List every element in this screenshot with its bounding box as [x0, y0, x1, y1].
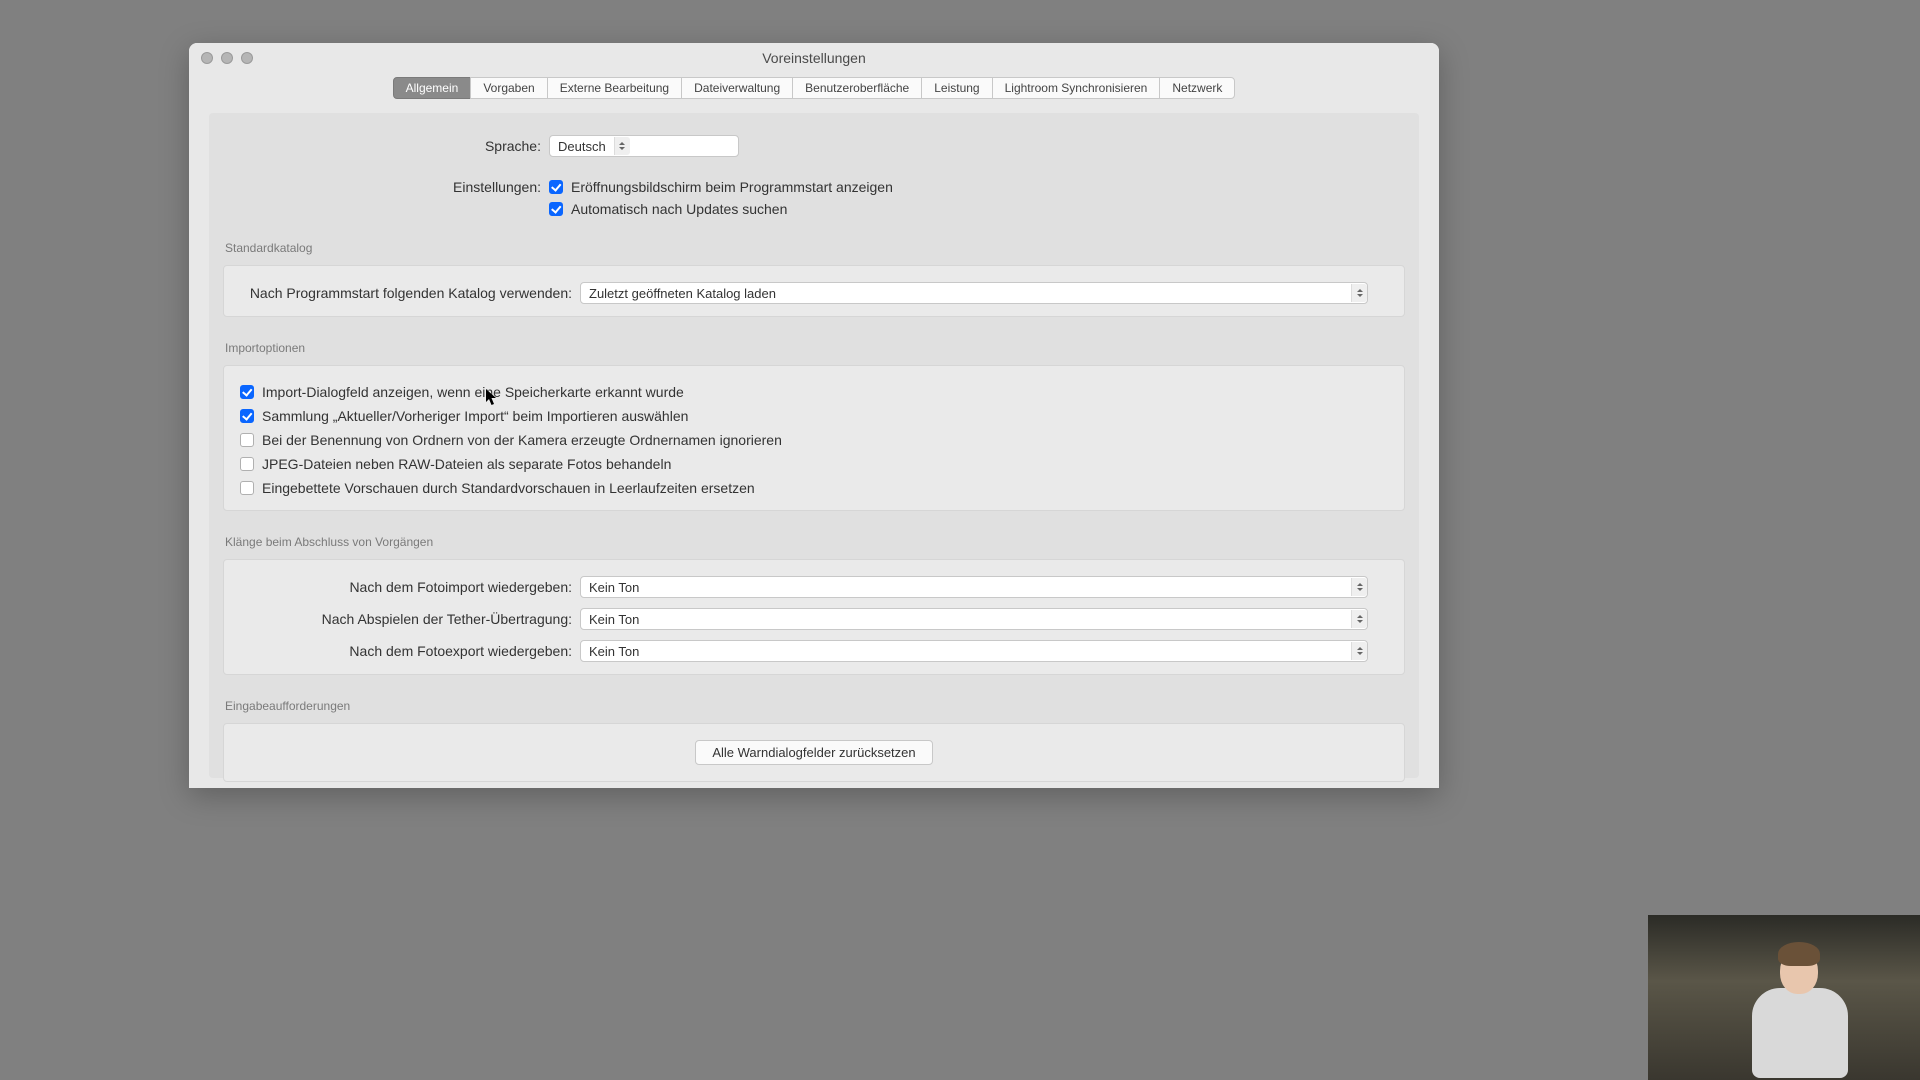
zoom-icon[interactable] [241, 52, 253, 64]
reset-warnings-button[interactable]: Alle Warndialogfelder zurücksetzen [695, 740, 932, 765]
import-ignore-camera-folders-label: Bei der Benennung von Ordnern von der Ka… [262, 432, 782, 448]
import-ignore-camera-folders-checkbox[interactable] [240, 433, 254, 447]
tab-vorgaben[interactable]: Vorgaben [470, 77, 547, 99]
import-collection-checkbox[interactable] [240, 409, 254, 423]
window-controls [201, 52, 253, 64]
import-collection-label: Sammlung „Aktueller/Vorheriger Import“ b… [262, 408, 688, 424]
stepper-icon [1351, 284, 1367, 302]
language-select[interactable]: Deutsch [549, 135, 739, 157]
content-pane: Sprache: Deutsch Einstellungen: Eröffnun… [209, 113, 1419, 778]
catalog-value: Zuletzt geöffneten Katalog laden [589, 286, 1343, 301]
import-section-title: Importoptionen [223, 341, 1405, 355]
sound-tether-value: Kein Ton [589, 612, 1343, 627]
catalog-label: Nach Programmstart folgenden Katalog ver… [240, 285, 580, 301]
stepper-icon [1351, 610, 1367, 628]
auto-update-label: Automatisch nach Updates suchen [571, 201, 787, 217]
stepper-icon [1351, 578, 1367, 596]
tab-benutzeroberflache[interactable]: Benutzeroberfläche [792, 77, 922, 99]
import-dialog-checkbox[interactable] [240, 385, 254, 399]
sound-import-select[interactable]: Kein Ton [580, 576, 1368, 598]
language-value: Deutsch [558, 139, 606, 154]
settings-label: Einstellungen: [209, 179, 549, 195]
tab-dateiverwaltung[interactable]: Dateiverwaltung [681, 77, 793, 99]
webcam-overlay [1648, 915, 1920, 1080]
minimize-icon[interactable] [221, 52, 233, 64]
show-splash-checkbox[interactable] [549, 180, 563, 194]
sound-tether-label: Nach Abspielen der Tether-Übertragung: [240, 611, 580, 627]
prompts-section-title: Eingabeaufforderungen [223, 699, 1405, 713]
tab-allgemein[interactable]: Allgemein [393, 77, 472, 99]
stepper-icon [1351, 642, 1367, 660]
catalog-select[interactable]: Zuletzt geöffneten Katalog laden [580, 282, 1368, 304]
import-jpeg-separate-checkbox[interactable] [240, 457, 254, 471]
import-replace-previews-label: Eingebettete Vorschauen durch Standardvo… [262, 480, 755, 496]
show-splash-label: Eröffnungsbildschirm beim Programmstart … [571, 179, 893, 195]
sound-export-value: Kein Ton [589, 644, 1343, 659]
sound-export-label: Nach dem Fotoexport wiedergeben: [240, 643, 580, 659]
import-dialog-label: Import-Dialogfeld anzeigen, wenn eine Sp… [262, 384, 684, 400]
tab-netzwerk[interactable]: Netzwerk [1159, 77, 1235, 99]
import-jpeg-separate-label: JPEG-Dateien neben RAW-Dateien als separ… [262, 456, 671, 472]
catalog-section-title: Standardkatalog [223, 241, 1405, 255]
tab-leistung[interactable]: Leistung [921, 77, 992, 99]
sound-tether-select[interactable]: Kein Ton [580, 608, 1368, 630]
sound-export-select[interactable]: Kein Ton [580, 640, 1368, 662]
stepper-icon [614, 137, 630, 155]
tab-lightroom-synchronisieren[interactable]: Lightroom Synchronisieren [992, 77, 1161, 99]
language-label: Sprache: [209, 138, 549, 154]
window-title: Voreinstellungen [189, 50, 1439, 66]
sound-import-value: Kein Ton [589, 580, 1343, 595]
tab-externe-bearbeitung[interactable]: Externe Bearbeitung [547, 77, 682, 99]
titlebar: Voreinstellungen [189, 43, 1439, 73]
tab-bar: Allgemein Vorgaben Externe Bearbeitung D… [189, 77, 1439, 99]
import-replace-previews-checkbox[interactable] [240, 481, 254, 495]
close-icon[interactable] [201, 52, 213, 64]
auto-update-checkbox[interactable] [549, 202, 563, 216]
sounds-section-title: Klänge beim Abschluss von Vorgängen [223, 535, 1405, 549]
sound-import-label: Nach dem Fotoimport wiedergeben: [240, 579, 580, 595]
preferences-window: Voreinstellungen Allgemein Vorgaben Exte… [189, 43, 1439, 788]
